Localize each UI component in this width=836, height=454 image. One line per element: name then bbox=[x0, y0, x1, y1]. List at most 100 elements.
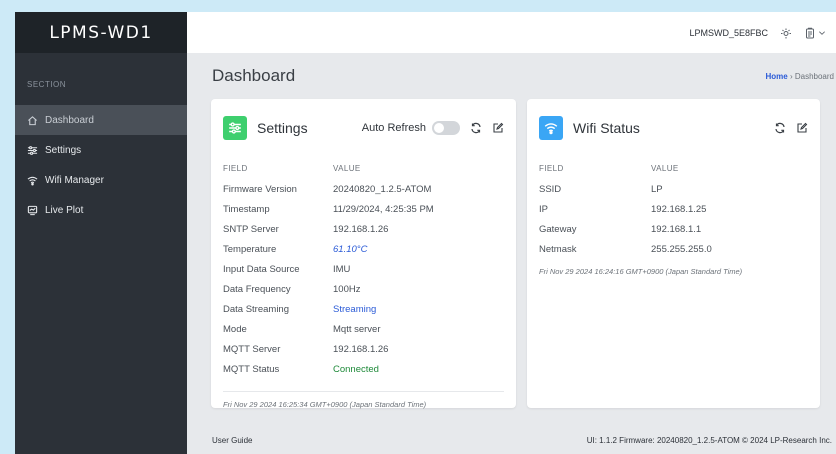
home-icon bbox=[28, 115, 37, 125]
table-row: SNTP Server 192.168.1.26 bbox=[223, 219, 504, 239]
auto-refresh-label: Auto Refresh bbox=[361, 122, 426, 134]
settings-last-updated: Fri Nov 29 2024 16:25:34 GMT+0900 (Japan… bbox=[223, 391, 504, 409]
value-cell: 11/29/2024, 4:25:35 PM bbox=[333, 203, 434, 215]
sidebar-item-label: Wifi Manager bbox=[45, 174, 104, 186]
refresh-icon[interactable] bbox=[774, 122, 786, 134]
field-cell: SSID bbox=[539, 183, 562, 195]
sliders-icon bbox=[27, 145, 38, 155]
field-cell: IP bbox=[539, 203, 548, 215]
table-row: MQTT Status Connected bbox=[223, 359, 504, 379]
wifi-icon bbox=[27, 176, 38, 185]
edit-icon[interactable] bbox=[796, 122, 808, 134]
top-bar: LPMSWD_5E8FBC bbox=[187, 12, 836, 53]
sidebar-item-dashboard[interactable]: Dashboard bbox=[15, 105, 187, 135]
table-row: Netmask 255.255.255.0 bbox=[539, 239, 808, 259]
field-cell: Temperature bbox=[223, 243, 277, 255]
wifi-card-header: Wifi Status bbox=[539, 99, 808, 157]
field-cell: Input Data Source bbox=[223, 263, 300, 275]
breadcrumb-separator: › bbox=[789, 71, 793, 81]
sun-icon bbox=[781, 28, 791, 38]
wifi-table: FIELD VALUE SSID LP IP 192.168.1.25 Gatewa… bbox=[539, 157, 808, 259]
value-cell: 100Hz bbox=[333, 283, 361, 295]
sidebar-section-label: SECTION bbox=[27, 80, 67, 89]
settings-card-actions: Auto Refresh bbox=[362, 121, 504, 135]
table-row: Timestamp 11/29/2024, 4:25:35 PM bbox=[223, 199, 504, 219]
brand-logo: LPMS-WD1 bbox=[15, 12, 187, 53]
table-header-row: FIELD VALUE bbox=[223, 157, 504, 179]
page-title: Dashboard bbox=[212, 66, 296, 85]
breadcrumb-home-link[interactable]: Home bbox=[765, 72, 787, 81]
sidebar-item-settings[interactable]: Settings bbox=[15, 135, 187, 165]
temperature-value: 61.10°C bbox=[333, 243, 368, 255]
chevron-down-icon bbox=[819, 30, 825, 35]
table-row: Data Frequency 100Hz bbox=[223, 279, 504, 299]
page-header: Dashboard Home › Dashboard bbox=[187, 53, 836, 99]
wifi-last-updated: Fri Nov 29 2024 16:24:16 GMT+0900 (Japan… bbox=[539, 267, 743, 276]
sidebar-item-live-plot[interactable]: Live Plot bbox=[15, 195, 187, 225]
app-window: LPMS-WD1 SECTION Dashboard Settings Wifi… bbox=[15, 12, 836, 454]
value-cell: LP bbox=[651, 183, 663, 195]
value-cell: 192.168.1.1 bbox=[651, 223, 702, 235]
value-cell: 192.168.1.25 bbox=[651, 203, 707, 215]
table-row: Input Data Source IMU bbox=[223, 259, 504, 279]
settings-card-title: Settings bbox=[257, 120, 308, 136]
field-cell: MQTT Server bbox=[223, 343, 281, 355]
field-cell: Data Streaming bbox=[223, 303, 290, 315]
breadcrumb-current: Dashboard bbox=[794, 71, 834, 81]
value-cell: 20240820_1.2.5-ATOM bbox=[333, 183, 432, 195]
value-cell: 192.168.1.26 bbox=[333, 223, 389, 235]
value-cell: 255.255.255.0 bbox=[651, 243, 712, 255]
value-cell: 192.168.1.26 bbox=[333, 343, 389, 355]
settings-card-header: Settings Auto Refresh bbox=[223, 99, 504, 157]
edit-icon[interactable] bbox=[492, 122, 504, 134]
column-header-field: FIELD bbox=[223, 163, 248, 173]
field-cell: MQTT Status bbox=[223, 363, 280, 375]
user-guide-link[interactable]: User Guide bbox=[212, 436, 252, 445]
field-cell: Firmware Version bbox=[223, 183, 297, 195]
sidebar-item-label: Settings bbox=[45, 144, 82, 156]
column-header-value: VALUE bbox=[333, 163, 361, 173]
table-row: Gateway 192.168.1.1 bbox=[539, 219, 808, 239]
wifi-card-actions bbox=[774, 122, 808, 134]
table-row: Firmware Version 20240820_1.2.5-ATOM bbox=[223, 179, 504, 199]
sidebar-item-wifi-manager[interactable]: Wifi Manager bbox=[15, 165, 187, 195]
chart-icon bbox=[27, 205, 38, 215]
sidebar: LPMS-WD1 SECTION Dashboard Settings Wifi… bbox=[15, 12, 187, 454]
table-row: Data Streaming Streaming bbox=[223, 299, 504, 319]
streaming-status-value: Streaming bbox=[333, 303, 377, 315]
table-row: SSID LP bbox=[539, 179, 808, 199]
settings-card: Settings Auto Refresh FIELD VALUE Firmwa… bbox=[211, 99, 516, 409]
theme-toggle-button[interactable] bbox=[780, 27, 792, 39]
table-row: Mode Mqtt server bbox=[223, 319, 504, 339]
settings-table: FIELD VALUE Firmware Version 20240820_1.2… bbox=[223, 157, 504, 379]
wifi-card-icon bbox=[539, 116, 563, 140]
column-header-value: VALUE bbox=[651, 163, 679, 173]
clipboard-menu-button[interactable] bbox=[804, 27, 826, 39]
field-cell: Timestamp bbox=[223, 203, 270, 215]
wifi-card-title: Wifi Status bbox=[573, 120, 640, 136]
main-area: LPMSWD_5E8FBC Dashboard Home › Dashboard bbox=[187, 12, 836, 454]
mqtt-status-value: Connected bbox=[333, 363, 379, 375]
field-cell: Gateway bbox=[539, 223, 577, 235]
refresh-icon[interactable] bbox=[470, 122, 482, 134]
field-cell: Netmask bbox=[539, 243, 577, 255]
wifi-icon bbox=[544, 123, 558, 135]
device-name[interactable]: LPMSWD_5E8FBC bbox=[689, 28, 768, 38]
field-cell: Data Frequency bbox=[223, 283, 291, 295]
sidebar-item-label: Dashboard bbox=[45, 114, 94, 126]
breadcrumb: Home › Dashboard bbox=[765, 72, 836, 81]
table-header-row: FIELD VALUE bbox=[539, 157, 808, 179]
settings-card-icon bbox=[223, 116, 247, 140]
sliders-icon bbox=[229, 122, 241, 134]
card-row: Settings Auto Refresh FIELD VALUE Firmwa… bbox=[187, 99, 836, 409]
field-cell: SNTP Server bbox=[223, 223, 279, 235]
table-row: MQTT Server 192.168.1.26 bbox=[223, 339, 504, 359]
table-row: Temperature 61.10°C bbox=[223, 239, 504, 259]
table-row: IP 192.168.1.25 bbox=[539, 199, 808, 219]
version-info: UI: 1.1.2 Firmware: 20240820_1.2.5-ATOM … bbox=[586, 436, 832, 445]
auto-refresh-toggle[interactable] bbox=[432, 121, 460, 135]
column-header-field: FIELD bbox=[539, 163, 564, 173]
field-cell: Mode bbox=[223, 323, 247, 335]
value-cell: Mqtt server bbox=[333, 323, 381, 335]
sidebar-item-label: Live Plot bbox=[45, 204, 84, 216]
